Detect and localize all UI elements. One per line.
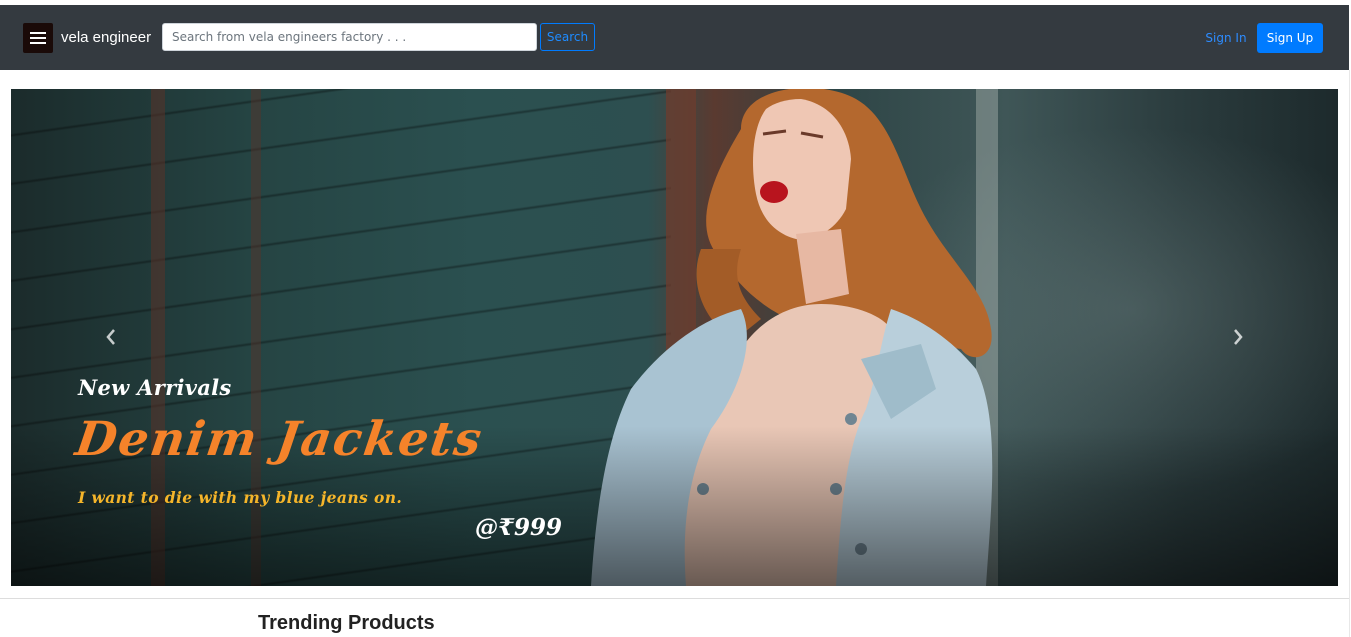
section-divider: [0, 598, 1349, 599]
chevron-right-icon: [1234, 329, 1243, 345]
navbar: vela engineer Search Sign In Sign Up: [0, 5, 1349, 70]
carousel-prev-button[interactable]: [99, 325, 123, 349]
menu-toggle-button[interactable]: [23, 23, 53, 53]
brand-link[interactable]: vela engineer: [61, 29, 151, 47]
chevron-left-icon: [106, 329, 115, 345]
sign-up-button[interactable]: Sign Up: [1257, 23, 1323, 53]
hamburger-icon-line: [30, 37, 46, 39]
hero-price: @₹999: [475, 514, 563, 541]
search-button[interactable]: Search: [540, 23, 595, 51]
hero-title: Denim Jackets: [72, 412, 487, 467]
search-input[interactable]: [162, 23, 537, 51]
hero-kicker: New Arrivals: [78, 375, 232, 400]
hamburger-icon-line: [30, 32, 46, 34]
hero-tagline: I want to die with my blue jeans on.: [78, 488, 403, 507]
trending-products-heading: Trending Products: [258, 612, 435, 634]
sign-in-button[interactable]: Sign In: [1200, 23, 1252, 53]
hamburger-icon-line: [30, 42, 46, 44]
page-right-border: [1349, 70, 1350, 637]
carousel-next-button[interactable]: [1226, 325, 1250, 349]
hero-carousel: New Arrivals Denim Jackets I want to die…: [11, 89, 1338, 586]
